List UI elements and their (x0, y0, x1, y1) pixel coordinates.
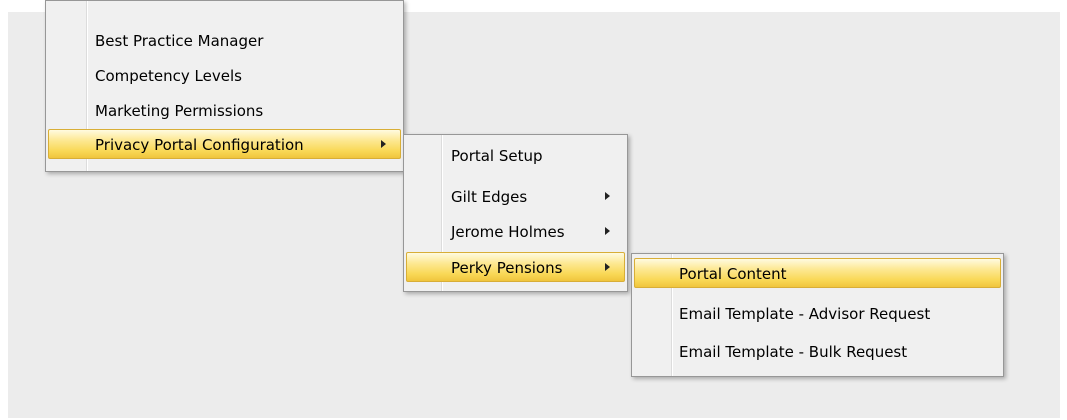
menu-item-email-template-bulk-request[interactable]: Email Template - Bulk Request (634, 336, 1001, 366)
menu-item-label: Email Template - Advisor Request (679, 305, 931, 323)
menu-item-label: Competency Levels (95, 67, 242, 85)
menu-item-privacy-portal-configuration[interactable]: Privacy Portal Configuration (48, 129, 401, 159)
submenu-privacy-portal: Portal Setup Gilt Edges Jerome Holmes Pe… (403, 134, 628, 292)
menu-item-portal-content[interactable]: Portal Content (634, 258, 1001, 288)
menu-item-label: Email Template - Bulk Request (679, 343, 908, 361)
submenu-arrow-icon (605, 263, 610, 271)
submenu-arrow-icon (605, 227, 610, 235)
menu-item-portal-setup[interactable]: Portal Setup (406, 140, 625, 170)
menu-item-perky-pensions[interactable]: Perky Pensions (406, 252, 625, 282)
menu-item-jerome-holmes[interactable]: Jerome Holmes (406, 216, 625, 246)
menu-item-label: Best Practice Manager (95, 32, 264, 50)
menu-item-label: Jerome Holmes (451, 223, 565, 241)
menu-item-label: Marketing Permissions (95, 102, 264, 120)
menu-item-label: Privacy Portal Configuration (95, 136, 304, 154)
context-menu-main: Best Practice Manager Competency Levels … (45, 0, 404, 172)
menu-item-label: Perky Pensions (451, 259, 563, 277)
menu-item-competency-levels[interactable]: Competency Levels (48, 60, 401, 90)
menu-item-partial-top (48, 0, 401, 5)
menu-item-gilt-edges[interactable]: Gilt Edges (406, 181, 625, 211)
submenu-arrow-icon (605, 192, 610, 200)
submenu-arrow-icon (381, 140, 386, 148)
menu-item-label: Gilt Edges (451, 188, 528, 206)
menu-item-best-practice-manager[interactable]: Best Practice Manager (48, 25, 401, 55)
menu-item-label: Portal Setup (451, 147, 543, 165)
menu-item-label: Portal Content (679, 265, 787, 283)
menu-item-marketing-permissions[interactable]: Marketing Permissions (48, 95, 401, 125)
submenu-perky-pensions: Portal Content Email Template - Advisor … (631, 253, 1004, 377)
menu-item-email-template-advisor-request[interactable]: Email Template - Advisor Request (634, 298, 1001, 328)
